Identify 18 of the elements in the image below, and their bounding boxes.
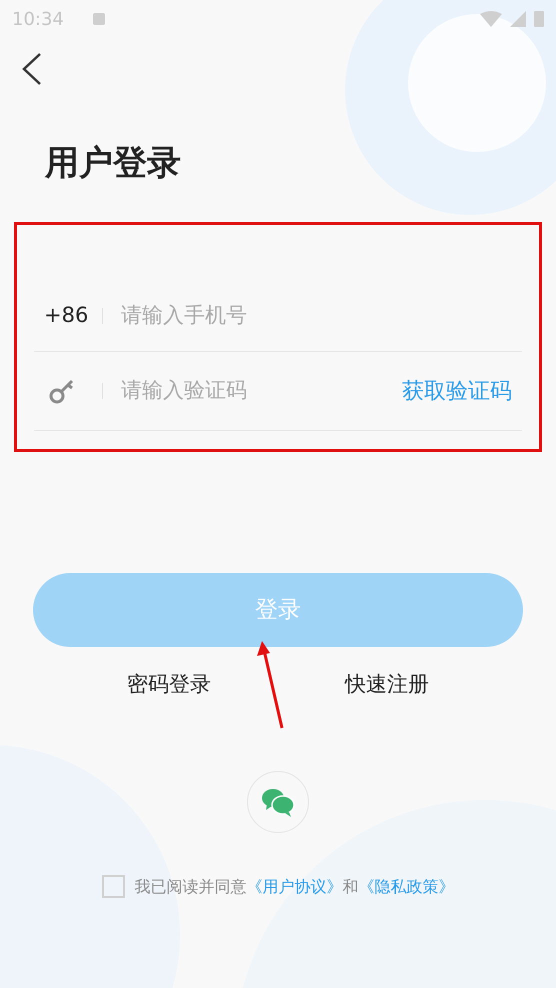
user-agreement-link[interactable]: 《用户协议》 xyxy=(246,876,342,896)
signal-icon xyxy=(510,11,526,27)
get-code-button[interactable]: 获取验证码 xyxy=(402,374,522,408)
battery-icon xyxy=(534,11,544,27)
wifi-icon xyxy=(480,11,502,27)
agreement-text: 我已阅读并同意《用户协议》和《隐私政策》 xyxy=(134,876,454,898)
code-input[interactable]: 请输入验证码 xyxy=(121,375,402,407)
country-code[interactable]: +86 xyxy=(34,300,102,332)
download-icon xyxy=(92,12,106,26)
agreement-checkbox[interactable] xyxy=(102,875,124,898)
text-link[interactable]: 快速注册 xyxy=(345,669,429,700)
phone-input[interactable]: 请输入手机号 xyxy=(121,300,522,332)
wechat-login-button[interactable] xyxy=(247,770,309,832)
key-icon xyxy=(48,377,76,405)
page-title: 用户登录 xyxy=(45,142,182,185)
text-link[interactable]: 密码登录 xyxy=(127,669,211,700)
chat-bubbles-icon xyxy=(261,786,295,816)
privacy-policy-link[interactable]: 《隐私政策》 xyxy=(358,876,454,896)
